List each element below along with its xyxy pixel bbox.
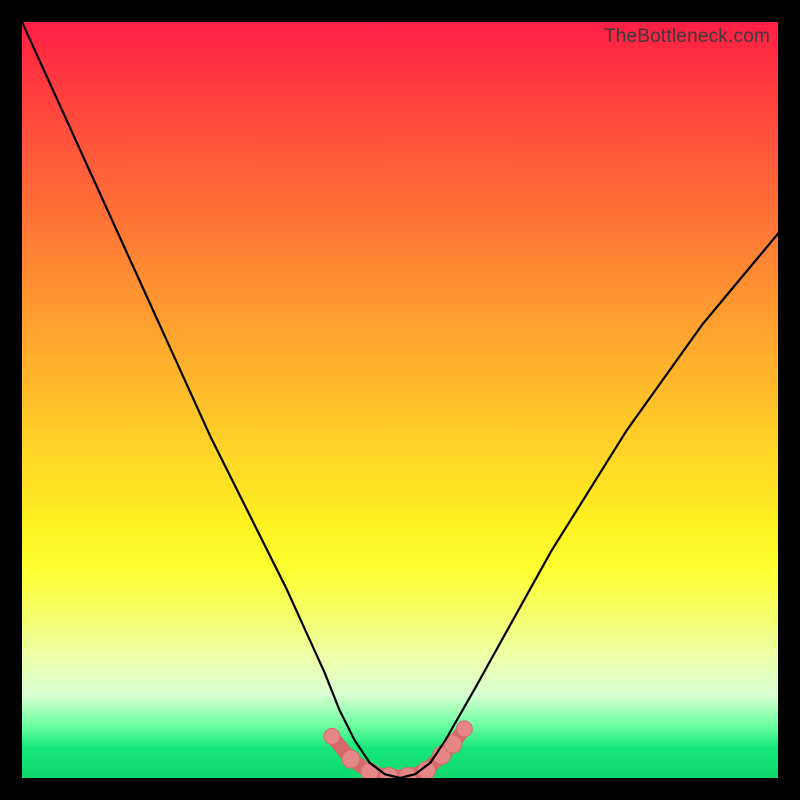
chart-frame: TheBottleneck.com [0,0,800,800]
trough-markers-group [324,721,472,778]
trough-marker-dot [361,763,379,778]
trough-marker-dot [456,721,472,737]
trough-marker-dot [342,750,360,768]
curve-svg [22,22,778,778]
bottleneck-curve [22,22,778,778]
plot-area: TheBottleneck.com [22,22,778,778]
trough-marker-dot [324,728,340,744]
